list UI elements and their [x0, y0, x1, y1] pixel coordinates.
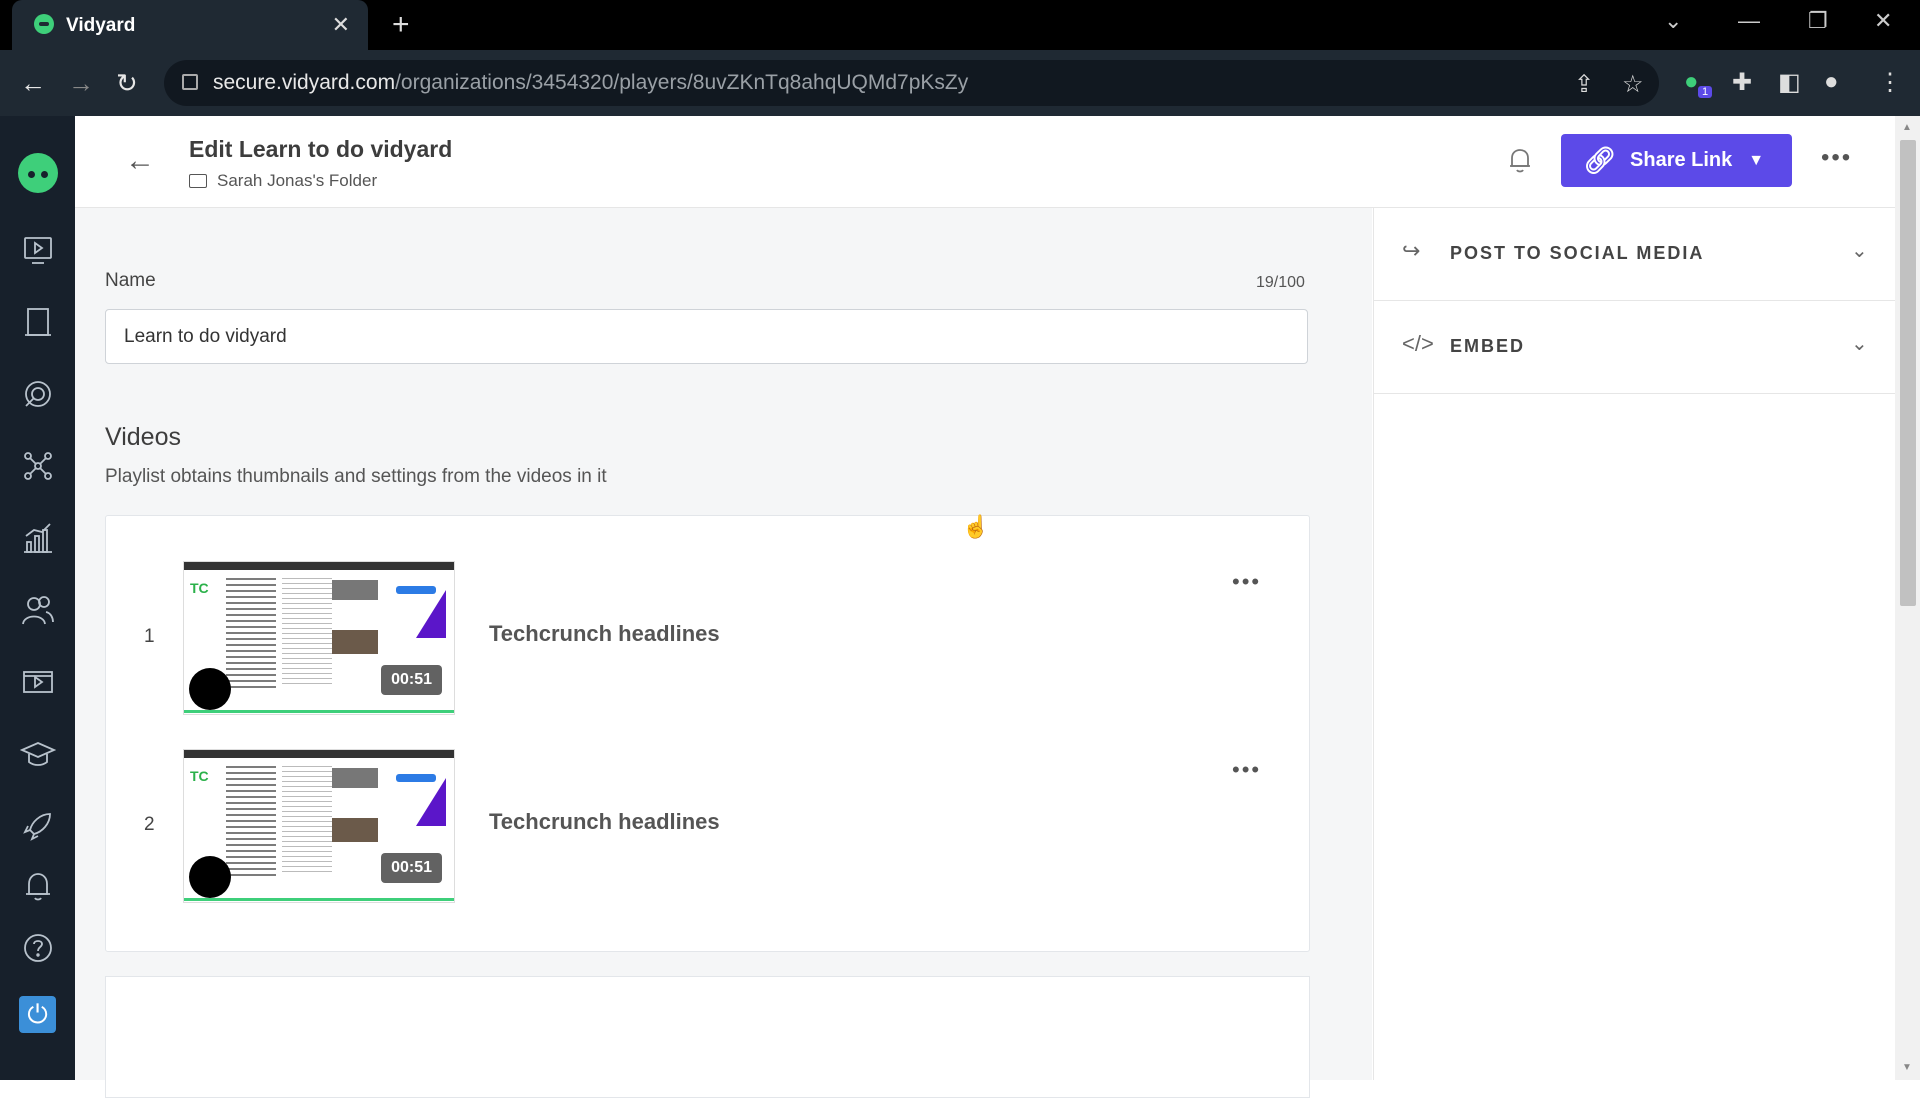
folder-name: Sarah Jonas's Folder: [217, 171, 378, 190]
library-icon[interactable]: [18, 302, 58, 342]
browser-tab[interactable]: Vidyard ✕: [12, 0, 368, 50]
restore-icon[interactable]: ❐: [1808, 8, 1828, 34]
lock-icon[interactable]: [182, 74, 198, 90]
video-title[interactable]: Techcrunch headlines: [489, 809, 720, 835]
chevron-down-icon[interactable]: ⌄: [1851, 331, 1868, 356]
folder-breadcrumb[interactable]: Sarah Jonas's Folder: [189, 171, 377, 191]
share-page-icon[interactable]: ⇪: [1574, 70, 1594, 99]
side-panel-icon[interactable]: ◧: [1778, 68, 1801, 97]
vidyard-favicon-icon: [34, 14, 54, 34]
video-row[interactable]: 2 TC 00:51 Techcrunch headlines •••: [106, 749, 1309, 903]
more-options-icon[interactable]: •••: [1821, 144, 1852, 172]
hubs-icon[interactable]: [18, 662, 58, 702]
videos-heading: Videos: [105, 423, 181, 451]
share-link-button[interactable]: 🔗︎ Share Link ▼: [1561, 134, 1792, 187]
video-more-icon[interactable]: •••: [1232, 569, 1261, 595]
scroll-down-icon[interactable]: ▼: [1902, 1062, 1912, 1073]
minimize-icon[interactable]: —: [1738, 8, 1760, 34]
chevron-down-icon[interactable]: ⌄: [1851, 238, 1868, 263]
profile-icon[interactable]: ●: [1824, 68, 1839, 96]
link-icon: 🔗︎: [1583, 145, 1617, 175]
main-content: Name 19/100 Videos Playlist obtains thum…: [75, 208, 1372, 1098]
notifications-icon[interactable]: [18, 866, 58, 906]
bell-icon[interactable]: [1507, 146, 1533, 179]
section-label: EMBED: [1450, 336, 1526, 356]
team-icon[interactable]: [18, 590, 58, 630]
section-label: POST TO SOCIAL MEDIA: [1450, 243, 1705, 263]
video-title[interactable]: Techcrunch headlines: [489, 621, 720, 647]
right-panel: ↪ POST TO SOCIAL MEDIA ⌄ </> EMBED ⌄: [1373, 208, 1896, 1080]
back-icon[interactable]: ←: [20, 68, 46, 99]
video-list: 1 TC 00:51 Techcrunch headlines ••• 2 TC…: [105, 515, 1310, 952]
scrollbar-thumb[interactable]: [1900, 140, 1916, 606]
embed-section[interactable]: </> EMBED ⌄: [1374, 301, 1896, 394]
name-char-count: 19/100: [1256, 274, 1305, 291]
browser-tab-bar: Vidyard ✕ + ⌄ — ❐ ✕: [0, 0, 1920, 50]
share-arrow-icon: ↪: [1402, 238, 1421, 263]
scroll-up-icon[interactable]: ▲: [1902, 122, 1912, 133]
reload-icon[interactable]: ↻: [116, 68, 138, 99]
videos-icon[interactable]: [18, 230, 58, 270]
video-index: 1: [144, 626, 155, 647]
code-icon: </>: [1402, 331, 1434, 356]
training-cap-icon[interactable]: [18, 734, 58, 774]
videos-subtitle: Playlist obtains thumbnails and settings…: [105, 466, 607, 487]
video-thumbnail[interactable]: TC 00:51: [183, 749, 455, 903]
extensions-puzzle-icon[interactable]: ✚: [1732, 68, 1752, 97]
analytics-icon[interactable]: [18, 518, 58, 558]
caret-down-icon[interactable]: ▼: [1748, 152, 1764, 170]
browser-menu-icon[interactable]: ⋮: [1878, 68, 1902, 97]
video-thumbnail[interactable]: TC 00:51: [183, 561, 455, 715]
bookmark-star-icon[interactable]: ☆: [1622, 70, 1644, 99]
integrations-icon[interactable]: [18, 446, 58, 486]
app-sidebar: ⏻: [0, 116, 75, 1080]
forward-icon[interactable]: →: [68, 68, 94, 99]
page-header: ← Edit Learn to do vidyard Sarah Jonas's…: [75, 116, 1895, 208]
name-label: Name: [105, 270, 156, 291]
back-arrow-icon[interactable]: ←: [125, 144, 155, 178]
share-link-label: Share Link: [1630, 149, 1733, 171]
video-more-icon[interactable]: •••: [1232, 757, 1261, 783]
address-toolbar: ← → ↻ secure.vidyard.com/organizations/3…: [0, 50, 1920, 116]
video-duration: 00:51: [381, 665, 442, 695]
close-window-icon[interactable]: ✕: [1874, 8, 1892, 34]
launch-rocket-icon[interactable]: [18, 806, 58, 846]
post-to-social-media-section[interactable]: ↪ POST TO SOCIAL MEDIA ⌄: [1374, 208, 1896, 301]
vidyard-extension-icon[interactable]: ●: [1684, 68, 1699, 96]
account-power-icon[interactable]: ⏻: [19, 996, 56, 1033]
help-icon[interactable]: [18, 928, 58, 968]
vidyard-logo-icon[interactable]: [18, 153, 58, 193]
tab-search-icon[interactable]: ⌄: [1664, 8, 1682, 34]
url-bar[interactable]: secure.vidyard.com/organizations/3454320…: [164, 60, 1659, 106]
prospecting-icon[interactable]: [18, 374, 58, 414]
tab-title: Vidyard: [66, 15, 136, 36]
url-text[interactable]: secure.vidyard.com/organizations/3454320…: [213, 71, 968, 95]
video-row[interactable]: 1 TC 00:51 Techcrunch headlines •••: [106, 561, 1309, 715]
new-tab-icon[interactable]: +: [392, 8, 410, 42]
page-title: Edit Learn to do vidyard: [189, 136, 453, 162]
name-input[interactable]: [105, 309, 1308, 364]
video-duration: 00:51: [381, 853, 442, 883]
video-index: 2: [144, 814, 155, 835]
close-tab-icon[interactable]: ✕: [332, 12, 350, 38]
hand-cursor-icon: ☝: [962, 514, 990, 539]
folder-icon: [189, 174, 207, 188]
extension-badge: 1: [1698, 86, 1713, 98]
